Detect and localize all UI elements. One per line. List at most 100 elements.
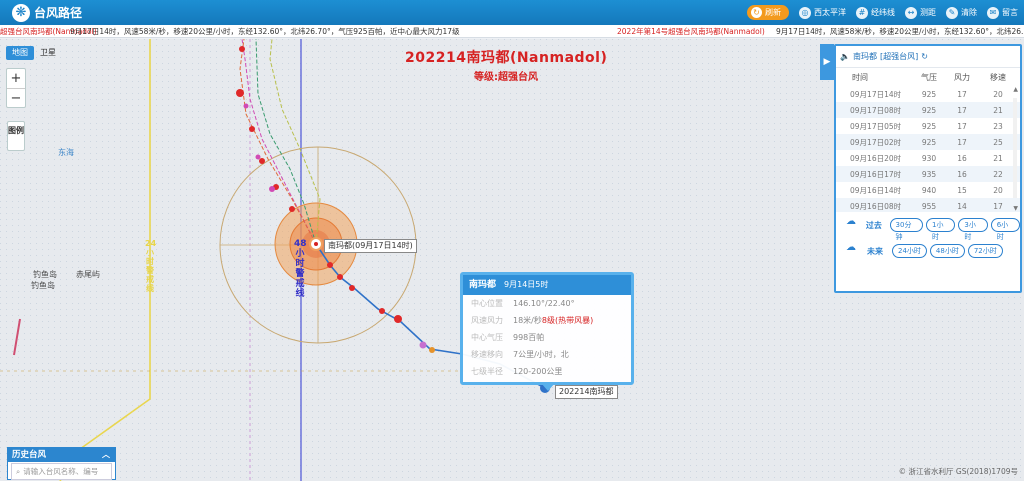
history-header[interactable]: 历史台风 ︿ <box>8 448 115 462</box>
future-interval-selector: ☁ 未来 24小时 48小时 72小时 <box>836 238 1020 264</box>
forecast-point[interactable] <box>249 126 255 132</box>
track-point[interactable] <box>379 308 385 314</box>
speaker-icon[interactable]: 🔈 <box>840 52 850 61</box>
ticker-text-left: 9月17日14时，风速58米/秒，移速20公里/小时，东经132.60°，北纬2… <box>70 27 460 36</box>
col-pressure: 气压 <box>921 72 937 82</box>
zoom-control: + − <box>6 68 26 108</box>
place-diaoyu-2: 钓鱼岛 <box>31 281 55 290</box>
past-30min-button[interactable]: 30分钟 <box>889 218 924 241</box>
track-point[interactable] <box>429 347 435 353</box>
tool-west-pacific[interactable]: ◎ 西太平洋 <box>799 6 846 19</box>
zoom-in-button[interactable]: + <box>7 69 25 88</box>
map-type-map[interactable]: 地图 <box>6 46 34 60</box>
future-label: 未来 <box>867 246 883 256</box>
ruler-icon: ↔ <box>905 6 917 19</box>
table-row[interactable]: 09月17日05时 925 17 23 <box>836 118 1020 134</box>
current-position-label: 南玛都(09月17日14时) <box>324 239 417 253</box>
forecast-point[interactable] <box>269 186 275 192</box>
popup-header: 南玛都 9月14日5时 <box>463 275 631 295</box>
cloud-past-icon: ☁ <box>846 216 856 227</box>
tool-measure[interactable]: ↔ 测距 <box>905 6 936 19</box>
popup-row: 中心气压 998百帕 <box>471 333 545 342</box>
grid-icon: # <box>856 6 868 19</box>
past-3h-button[interactable]: 3小时 <box>958 218 988 241</box>
warning-label-24h: 24小时警戒线 <box>145 239 157 293</box>
table-row[interactable]: 09月17日02时 925 17 25 <box>836 134 1020 150</box>
search-icon: ⌕ <box>16 466 21 476</box>
tool-message[interactable]: ✉ 留言 <box>987 6 1018 19</box>
track-point[interactable] <box>394 315 402 323</box>
table-scrollbar[interactable] <box>1013 98 1017 198</box>
popup-row: 中心位置 146.10°/22.40° <box>471 299 575 308</box>
news-ticker: 超强台风南玛都(Nanmadol) 9月17日14时，风速58米/秒，移速20公… <box>0 25 1024 38</box>
refresh-small-icon[interactable]: ↻ <box>921 52 928 61</box>
future-72h-button[interactable]: 72小时 <box>967 244 1003 258</box>
scroll-down-icon[interactable]: ▼ <box>1013 205 1018 212</box>
panel-storm-header: 🔈 南玛都 [超强台风] ↻ <box>836 46 1020 68</box>
popup-pointer <box>541 383 555 391</box>
app-header: ❋ 台风路径 ↻ 刷新 ◎ 西太平洋 # 经纬线 ↔ 测距 ✎ 清除 ✉ 留言 <box>0 0 1024 25</box>
scroll-up-icon[interactable]: ▲ <box>1013 86 1018 93</box>
ticker-storm-name-right: 2022年第14号超强台风南玛都(Nanmadol) <box>617 27 765 36</box>
cloud-future-icon: ☁ <box>846 242 856 253</box>
app-logo: ❋ 台风路径 <box>12 3 82 22</box>
forecast-point[interactable] <box>255 154 261 160</box>
current-position-dot <box>314 242 318 246</box>
track-table-body[interactable]: 09月17日14时 925 17 20 09月17日08时 925 17 21 … <box>836 86 1020 212</box>
past-6h-button[interactable]: 6小时 <box>990 218 1021 241</box>
history-typhoon-box: 历史台风 ︿ ⌕ 请输入台风名称、编号 <box>7 447 116 480</box>
map-type-switch: 地图 卫星 <box>6 46 62 60</box>
typhoon-info-panel: 🔈 南玛都 [超强台风] ↻ 时间 气压 风力 移速 09月17日14时 925… <box>834 44 1022 293</box>
past-label: 过去 <box>865 220 882 230</box>
table-row[interactable]: 09月17日14时 925 17 20 <box>836 86 1020 102</box>
forecast-point[interactable] <box>239 46 245 52</box>
forecast-point[interactable] <box>259 158 265 164</box>
warning-label-48h: 48小时警戒线 <box>294 239 307 299</box>
message-icon: ✉ <box>987 6 999 19</box>
typhoon-logo-icon: ❋ <box>12 3 30 22</box>
ticker-text-right: 9月17日14时，风速58米/秒，移速20公里/小时，东经132.60°，北纬2… <box>776 27 1024 36</box>
table-row[interactable]: 09月16日14时 940 15 20 <box>836 182 1020 198</box>
origin-label: 202214南玛都 <box>555 385 618 399</box>
refresh-icon: ↻ <box>751 7 762 18</box>
storm-grade: 等级:超强台风 <box>474 72 538 83</box>
table-row[interactable]: 09月16日20时 930 16 21 <box>836 150 1020 166</box>
legend-button[interactable]: 图例 <box>7 121 25 151</box>
forecast-point[interactable] <box>289 206 295 212</box>
refresh-button[interactable]: ↻ 刷新 <box>747 5 789 20</box>
track-point[interactable] <box>327 262 333 268</box>
zoom-out-button[interactable]: − <box>7 88 25 107</box>
col-time: 时间 <box>852 72 868 82</box>
broom-icon: ✎ <box>946 6 958 19</box>
popup-row: 移速移向 7公里/小时，北 <box>471 350 569 359</box>
track-point[interactable] <box>419 341 427 349</box>
table-row[interactable]: 09月16日08时 955 14 17 <box>836 198 1020 212</box>
place-diaoyu: 钓鱼岛 <box>33 270 57 279</box>
table-row[interactable]: 09月16日17时 935 16 22 <box>836 166 1020 182</box>
tool-graticule[interactable]: # 经纬线 <box>856 6 895 19</box>
header-toolbar: ↻ 刷新 ◎ 西太平洋 # 经纬线 ↔ 测距 ✎ 清除 ✉ 留言 <box>747 4 1018 21</box>
past-interval-selector: ☁ 过去 30分钟 1小时 3小时 6小时 <box>836 212 1021 241</box>
track-point[interactable] <box>349 285 355 291</box>
popup-time: 9月14日5时 <box>504 280 549 289</box>
chevron-up-icon[interactable]: ︿ <box>102 448 110 462</box>
map-type-satellite[interactable]: 卫星 <box>34 46 62 60</box>
popup-row: 七级半径 120-200公里 <box>471 367 563 376</box>
panel-collapse-button[interactable]: ▶ <box>820 44 834 80</box>
place-east-sea: 东海 <box>58 148 74 157</box>
col-move: 移速 <box>990 72 1006 82</box>
globe-icon: ◎ <box>799 6 811 19</box>
table-row[interactable]: 09月17日08时 925 17 21 <box>836 102 1020 118</box>
forecast-point[interactable] <box>236 89 244 97</box>
track-point[interactable] <box>337 274 343 280</box>
future-24h-button[interactable]: 24小时 <box>892 244 927 258</box>
forecast-point[interactable] <box>243 103 249 109</box>
future-48h-button[interactable]: 48小时 <box>929 244 965 258</box>
panel-storm-name[interactable]: 南玛都 <box>853 51 877 62</box>
history-search-input[interactable]: ⌕ 请输入台风名称、编号 <box>11 463 112 480</box>
copyright-text: © 浙江省水利厅 GS(2018)1709号 <box>898 467 1018 476</box>
past-1h-button[interactable]: 1小时 <box>926 218 956 241</box>
tool-clear[interactable]: ✎ 清除 <box>946 6 977 19</box>
panel-storm-grade: [超强台风] <box>879 52 919 61</box>
map-canvas[interactable]: 地图 卫星 + − 图例 202214南玛都(Nanmadol) 等级:超强台风… <box>0 39 1024 481</box>
